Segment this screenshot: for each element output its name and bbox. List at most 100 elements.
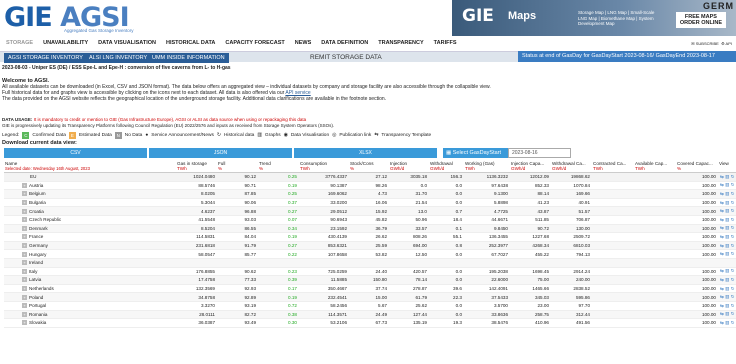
tab-umm-inside-information[interactable]: UMM INSIDE INFORMATION	[148, 53, 229, 63]
column-header[interactable]: Consumption TWh	[299, 160, 349, 173]
gasday-date-input[interactable]: 2023-08-16	[508, 148, 571, 158]
expand-icon[interactable]: +	[22, 243, 27, 249]
tab-agsi-storage-inventory[interactable]: AGSI STORAGE INVENTORY	[4, 53, 87, 63]
row-view-icons[interactable]: ⇆ ▥ ↻	[718, 198, 736, 208]
row-view-icons[interactable]: ⇆ ▥ ↻	[718, 318, 736, 328]
row-view-icons[interactable]: ⇆ ▥ ↻	[718, 275, 736, 285]
expand-icon[interactable]: +	[22, 294, 27, 300]
gie-maps-banner[interactable]: GIE Maps Storage Map | LNG Map | Small-S…	[452, 0, 736, 36]
export-xlsx-button[interactable]: XLSX	[294, 148, 437, 158]
column-header[interactable]: Contracted Ca... TWh	[592, 160, 634, 173]
column-header[interactable]: Covered Capac...%	[676, 160, 718, 173]
column-header[interactable]: Name Selected date: Wednesday 16th August…	[4, 160, 176, 173]
row-view-icons[interactable]: ⇆ ▥ ↻	[718, 206, 736, 216]
subscribe-link[interactable]: SUBSCRIBE	[696, 41, 719, 46]
row-name-cell[interactable]: + Latvia	[4, 275, 176, 285]
nav-data-visualisation[interactable]: DATA VISUALISATION	[98, 40, 156, 46]
row-name-cell[interactable]: + Germany	[4, 241, 176, 251]
row-name-cell[interactable]: + Hungary	[4, 249, 176, 259]
nav-capacity-forecast[interactable]: CAPACITY FORECAST	[225, 40, 284, 46]
column-header[interactable]: Full%	[217, 160, 258, 173]
table-row[interactable]: + Belgium 8.0205 87.85 0.25 169.6062 4.73 31.70…	[4, 189, 736, 199]
expand-icon[interactable]: +	[22, 200, 27, 206]
table-row[interactable]: + Ireland	[4, 258, 736, 268]
column-header[interactable]: Working (Gas) TWh	[464, 160, 510, 173]
table-row[interactable]: + Netherlands 132.3569 92.93 0.17 350.4667 37.…	[4, 284, 736, 294]
expand-icon[interactable]: +	[22, 260, 27, 266]
tab-alsi-lng-inventory[interactable]: ALSI LNG INVENTORY	[85, 53, 152, 63]
expand-icon[interactable]: +	[22, 191, 27, 197]
table-row[interactable]: EU 1024.0480 90.12 0.25 3776.4337 27.12 3035.1…	[4, 172, 736, 182]
banner-order-button[interactable]: FREE MAPS ORDER ONLINE	[675, 12, 726, 28]
nav-data-definition[interactable]: DATA DEFINITION	[321, 40, 368, 46]
column-header[interactable]: Injection Capa... GWh/d	[510, 160, 551, 173]
expand-icon[interactable]: +	[22, 234, 27, 240]
table-row[interactable]: + Portugal 3.3270 93.19 0.72 58.2456 5.67 25.62…	[4, 301, 736, 311]
column-header[interactable]: Withdrawal Ca... GWh/d	[551, 160, 592, 173]
expand-icon[interactable]: +	[22, 311, 27, 317]
row-view-icons[interactable]: ⇆ ▥ ↻	[718, 249, 736, 259]
row-name-cell[interactable]: + Romania	[4, 310, 176, 320]
expand-icon[interactable]: +	[22, 217, 27, 223]
row-name-cell[interactable]: + Czech Republic	[4, 215, 176, 225]
column-header[interactable]: Withdrawal GWh/d	[429, 160, 464, 173]
nav-storage[interactable]: STORAGE	[6, 40, 33, 46]
select-gasday-button[interactable]: ▦ Select GasDayStart	[443, 148, 508, 158]
row-view-icons[interactable]: ⇆ ▥ ↻	[718, 267, 736, 277]
row-view-icons[interactable]	[718, 258, 736, 268]
expand-icon[interactable]: +	[22, 277, 27, 283]
row-name-cell[interactable]: + France	[4, 232, 176, 242]
column-header[interactable]: Injection GWh/d	[389, 160, 429, 173]
row-view-icons[interactable]: ⇆ ▥ ↻	[718, 224, 736, 234]
nav-tariffs[interactable]: TARIFFS	[434, 40, 457, 46]
row-name-cell[interactable]: + Slovakia	[4, 318, 176, 328]
column-header[interactable]: Stock/Cons%	[349, 160, 389, 173]
expand-icon[interactable]: +	[22, 251, 27, 257]
row-name-cell[interactable]: + Belgium	[4, 189, 176, 199]
row-name-cell[interactable]: EU	[4, 172, 176, 182]
row-name-cell[interactable]: + Denmark	[4, 224, 176, 234]
row-view-icons[interactable]: ⇆ ▥ ↻	[718, 241, 736, 251]
row-name-cell[interactable]: + Netherlands	[4, 284, 176, 294]
table-row[interactable]: + Germany 231.6818 91.79 0.27 853.6321 25.59 69…	[4, 241, 736, 251]
table-row[interactable]: + Denmark 8.5204 86.55 0.34 23.1592 36.79 33.57…	[4, 224, 736, 234]
column-header[interactable]: Trend%	[258, 160, 299, 173]
row-view-icons[interactable]: ⇆ ▥ ↻	[718, 301, 736, 311]
expand-icon[interactable]: +	[22, 303, 27, 309]
table-row[interactable]: + Slovakia 36.0387 93.49 0.30 53.2106 67.73 135…	[4, 318, 736, 328]
row-view-icons[interactable]: ⇆ ▥ ↻	[718, 292, 736, 302]
table-row[interactable]: + Romania 28.0111 82.72 0.38 114.3571 24.49 127…	[4, 310, 736, 320]
row-name-cell[interactable]: + Croatia	[4, 206, 176, 216]
table-row[interactable]: + Hungary 58.0547 85.77 0.22 107.8658 53.82 12.…	[4, 249, 736, 259]
row-view-icons[interactable]: ⇆ ▥ ↻	[718, 232, 736, 242]
row-name-cell[interactable]: + Ireland	[4, 258, 176, 268]
export-csv-button[interactable]: CSV	[4, 148, 147, 158]
table-row[interactable]: + Croatia 4.6237 96.88 0.27 29.0512 15.92 13.0 0…	[4, 206, 736, 216]
expand-icon[interactable]: +	[22, 182, 27, 188]
nav-unavailability[interactable]: UNAVAILABILITY	[43, 40, 88, 46]
row-view-icons[interactable]: ⇆ ▥ ↻	[718, 310, 736, 320]
table-row[interactable]: + Czech Republic 41.5548 93.03 0.07 90.6943 45…	[4, 215, 736, 225]
row-name-cell[interactable]: + Bulgaria	[4, 198, 176, 208]
column-header[interactable]: View	[718, 160, 736, 173]
column-header[interactable]: Available Cap... TWh	[634, 160, 676, 173]
nav-news[interactable]: NEWS	[295, 40, 312, 46]
row-name-cell[interactable]: + Austria	[4, 181, 176, 191]
news-ticker[interactable]: 2023-08-03 - Uniper ES (DE) / ESS Epe-L …	[2, 65, 231, 71]
row-view-icons[interactable]: ⇆ ▥ ↻	[718, 189, 736, 199]
expand-icon[interactable]: +	[22, 225, 27, 231]
export-json-button[interactable]: JSON	[149, 148, 292, 158]
nav-historical-data[interactable]: HISTORICAL DATA	[166, 40, 215, 46]
column-header[interactable]: Gas in storage TWh	[176, 160, 217, 173]
row-view-icons[interactable]: ⇆ ▥ ↻	[718, 172, 736, 182]
row-name-cell[interactable]: + Poland	[4, 292, 176, 302]
expand-icon[interactable]: +	[22, 286, 27, 292]
api-link[interactable]: API	[726, 41, 732, 46]
table-row[interactable]: + Poland 34.8758 92.89 0.19 232.4541 15.00 61.7…	[4, 292, 736, 302]
table-row[interactable]: + France 114.5831 84.04 0.19 430.4139 26.62 808…	[4, 232, 736, 242]
table-row[interactable]: + Latvia 17.4758 77.33 0.39 11.5885 150.80 78.1…	[4, 275, 736, 285]
row-name-cell[interactable]: + Italy	[4, 267, 176, 277]
expand-icon[interactable]: +	[22, 208, 27, 214]
row-name-cell[interactable]: + Portugal	[4, 301, 176, 311]
row-view-icons[interactable]: ⇆ ▥ ↻	[718, 284, 736, 294]
